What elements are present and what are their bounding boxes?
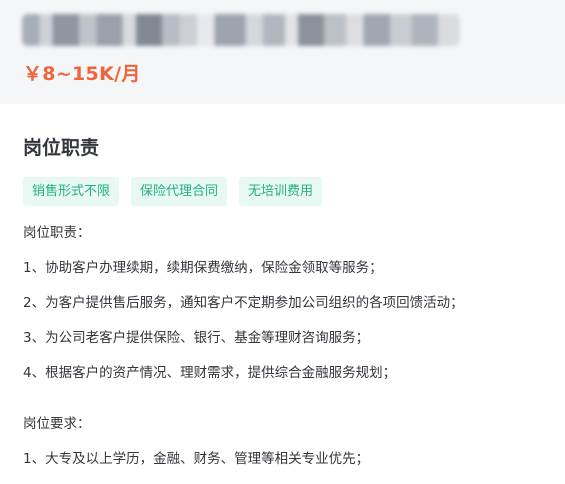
duty-item: 4、根据客户的资产情况、理财需求，提供综合金融服务规划； xyxy=(23,365,397,381)
tag: 销售形式不限 xyxy=(23,177,120,206)
section-title: 岗位职责 xyxy=(23,137,100,159)
job-description: 岗位职责： 1、协助客户办理续期，续期保费缴纳，保险金领取等服务； 2、为客户提… xyxy=(23,223,553,484)
job-title-blurred xyxy=(22,14,460,46)
duty-item: 1、协助客户办理续期，续期保费缴纳，保险金领取等服务； xyxy=(23,260,383,276)
tag-list: 销售形式不限 保险代理合同 无培训费用 xyxy=(23,177,323,206)
duties-heading: 岗位职责： xyxy=(23,225,91,241)
duty-item: 2、为客户提供售后服务，通知客户不定期参加公司组织的各项回馈活动； xyxy=(23,295,464,311)
salary-label: ￥8~15K/月 xyxy=(23,63,141,85)
job-header: ￥8~15K/月 xyxy=(0,0,565,104)
duty-item: 3、为公司老客户提供保险、银行、基金等理财咨询服务； xyxy=(23,330,370,346)
requirements-heading: 岗位要求： xyxy=(23,416,91,432)
tag: 无培训费用 xyxy=(239,177,323,206)
tag: 保险代理合同 xyxy=(131,177,228,206)
